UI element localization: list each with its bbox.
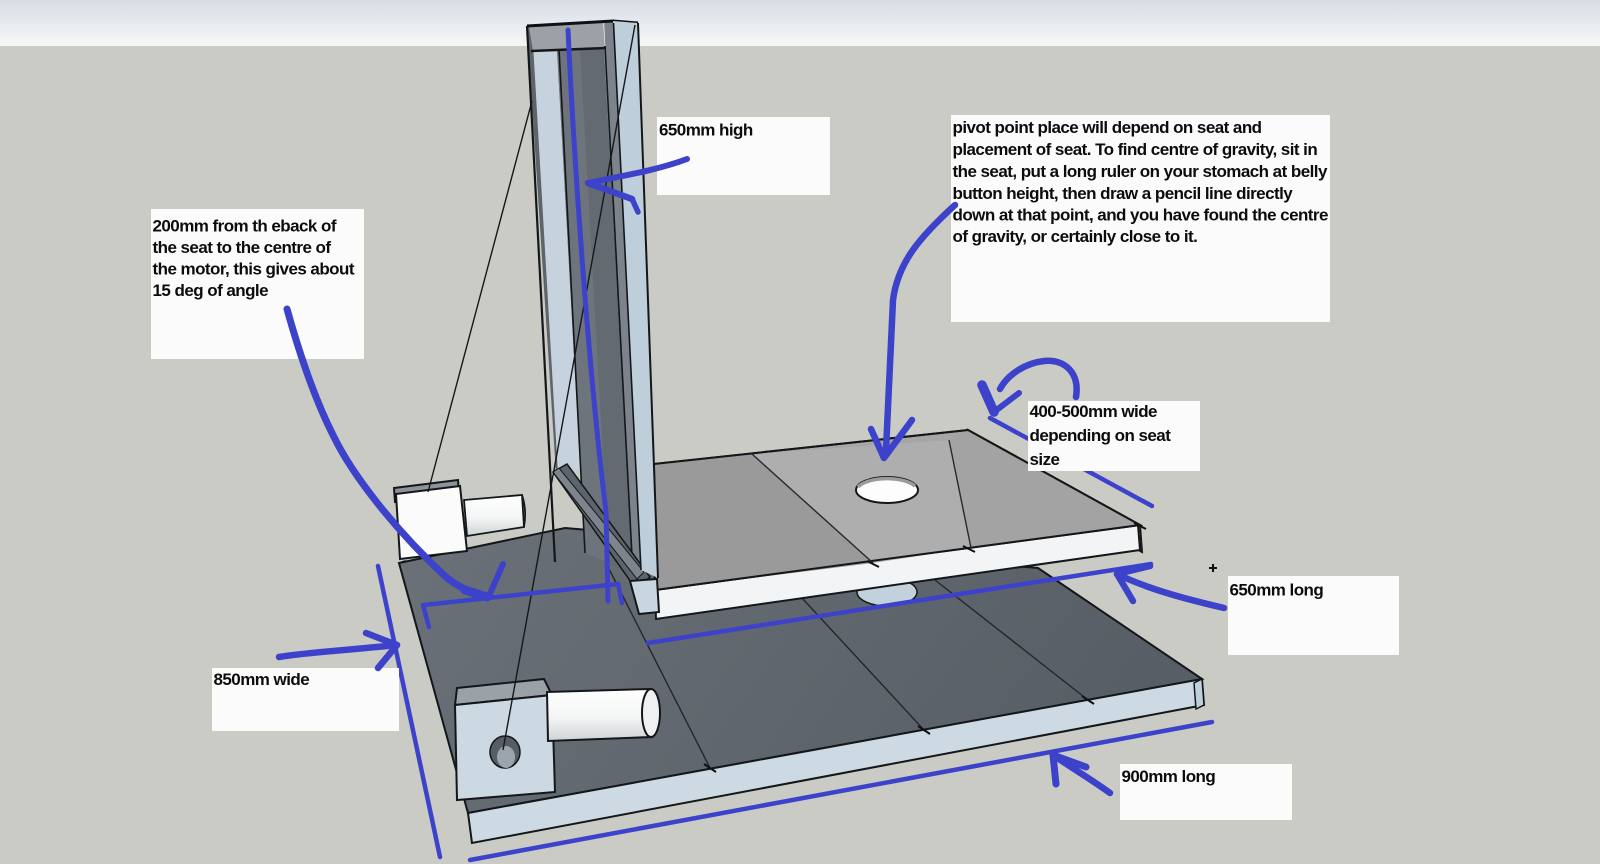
svg-text:850mm wide: 850mm wide bbox=[214, 670, 310, 689]
svg-text:placement of seat. To find cen: placement of seat. To find centre of gra… bbox=[953, 140, 1318, 159]
svg-text:down at that point, and you ha: down at that point, and you have found t… bbox=[953, 206, 1328, 225]
svg-text:650mm long: 650mm long bbox=[1230, 581, 1324, 600]
svg-text:the seat to the centre of: the seat to the centre of bbox=[153, 238, 332, 257]
svg-text:900mm long: 900mm long bbox=[1122, 767, 1216, 786]
svg-text:400-500mm wide: 400-500mm wide bbox=[1030, 402, 1158, 421]
svg-text:650mm high: 650mm high bbox=[659, 121, 753, 140]
svg-text:15 deg of angle: 15 deg of angle bbox=[153, 281, 269, 300]
svg-text:depending on seat: depending on seat bbox=[1030, 426, 1172, 445]
svg-text:the seat, put a long ruler on: the seat, put a long ruler on your stoma… bbox=[953, 162, 1328, 181]
svg-text:pivot point place will depend: pivot point place will depend on seat an… bbox=[953, 118, 1262, 137]
svg-text:200mm from th eback of: 200mm from th eback of bbox=[153, 217, 337, 236]
svg-text:size: size bbox=[1030, 450, 1060, 469]
svg-text:of gravity, or certainly close: of gravity, or certainly close to it. bbox=[953, 227, 1198, 246]
svg-text:button height, then draw a pen: button height, then draw a pencil line d… bbox=[953, 184, 1294, 203]
svg-text:the motor, this gives about: the motor, this gives about bbox=[153, 260, 355, 279]
